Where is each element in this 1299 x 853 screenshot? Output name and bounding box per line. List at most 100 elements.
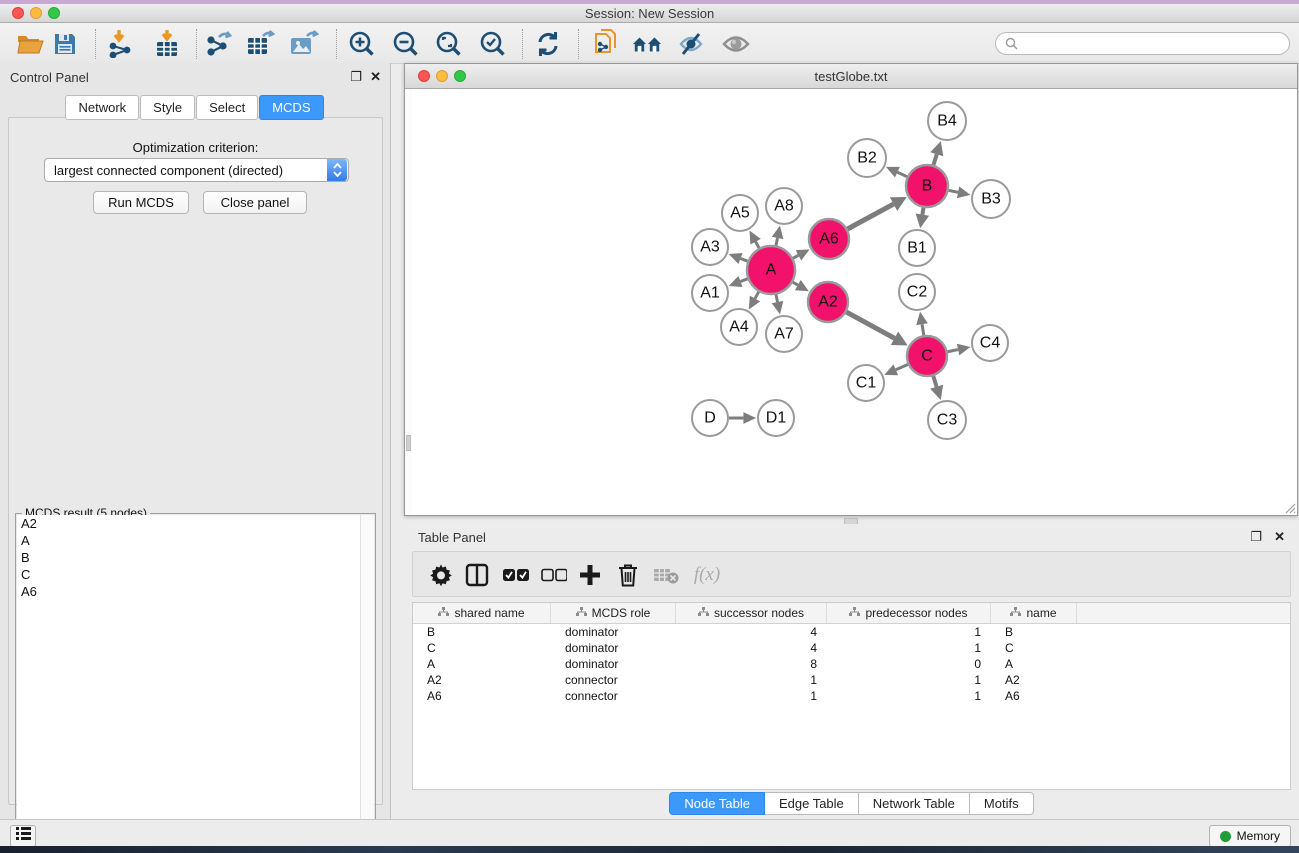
edge-A2-C[interactable]	[846, 312, 894, 338]
table-cell[interactable]: C	[413, 641, 551, 655]
tab-node-table[interactable]: Node Table	[669, 792, 765, 815]
tab-motifs[interactable]: Motifs	[970, 792, 1034, 815]
table-cell[interactable]: 4	[676, 625, 827, 639]
table-cell[interactable]: A	[991, 657, 1077, 671]
add-column-icon[interactable]	[575, 560, 605, 590]
edge-A-A6[interactable]	[793, 255, 798, 258]
edge-A-A5[interactable]	[756, 242, 759, 248]
edge-A-A2[interactable]	[793, 282, 798, 285]
table-row[interactable]: Bdominator41B	[413, 624, 1290, 640]
table-cell[interactable]: 8	[676, 657, 827, 671]
table-cell[interactable]: 1	[827, 641, 991, 655]
edge-B-B4[interactable]	[933, 154, 936, 165]
close-network-window-button[interactable]	[418, 70, 430, 82]
export-image-icon[interactable]	[289, 29, 319, 59]
edge-C-C2[interactable]	[922, 324, 924, 335]
export-table-icon[interactable]	[245, 29, 275, 59]
edge-B-B2[interactable]	[897, 172, 907, 176]
table-cell[interactable]: A2	[413, 673, 551, 687]
search-box[interactable]	[995, 32, 1290, 55]
table-cell[interactable]: B	[991, 625, 1077, 639]
result-item[interactable]: C	[17, 566, 361, 583]
edge-B-B1[interactable]	[922, 208, 923, 215]
table-cell[interactable]: C	[991, 641, 1077, 655]
maximize-window-button[interactable]	[48, 7, 60, 19]
table-cell[interactable]: A6	[991, 689, 1077, 703]
zoom-fit-icon[interactable]	[434, 29, 464, 59]
column-header-predecessor-nodes[interactable]: predecessor nodes	[827, 603, 991, 623]
hide-annotations-icon[interactable]	[676, 29, 706, 59]
result-item[interactable]: A2	[17, 515, 361, 532]
table-cell[interactable]: B	[413, 625, 551, 639]
close-window-button[interactable]	[12, 7, 24, 19]
show-columns-icon[interactable]	[462, 560, 492, 590]
close-table-panel-icon[interactable]: ✕	[1274, 530, 1285, 543]
edge-A6-B[interactable]	[847, 204, 893, 229]
network-scrollbar-thumb[interactable]	[406, 435, 411, 451]
run-mcds-button[interactable]: Run MCDS	[93, 191, 189, 214]
minimize-network-window-button[interactable]	[436, 70, 448, 82]
float-panel-icon[interactable]: ❐	[350, 70, 362, 83]
zoom-in-icon[interactable]	[347, 29, 377, 59]
result-item[interactable]: A	[17, 532, 361, 549]
memory-button[interactable]: Memory	[1209, 825, 1291, 847]
result-item[interactable]: B	[17, 549, 361, 566]
table-cell[interactable]: 0	[827, 657, 991, 671]
network-clone-icon[interactable]	[592, 29, 622, 59]
function-builder-icon[interactable]: f(x)	[685, 560, 729, 590]
delete-table-icon[interactable]	[651, 560, 681, 590]
minimize-window-button[interactable]	[30, 7, 42, 19]
column-header-successor-nodes[interactable]: successor nodes	[676, 603, 827, 623]
table-cell[interactable]: connector	[551, 673, 676, 687]
mcds-result-list[interactable]: A2ABCA6	[17, 515, 361, 851]
table-cell[interactable]: A	[413, 657, 551, 671]
tab-style[interactable]: Style	[140, 95, 195, 120]
edge-A-A7[interactable]	[776, 294, 778, 302]
select-all-icon[interactable]	[501, 560, 531, 590]
edge-A-A3[interactable]	[741, 259, 748, 262]
column-header-shared-name[interactable]: shared name	[413, 603, 551, 623]
edge-A-A4[interactable]	[755, 292, 759, 299]
task-history-button[interactable]	[10, 825, 36, 847]
close-panel-button[interactable]: Close panel	[203, 191, 307, 214]
edge-C-C3[interactable]	[933, 376, 936, 387]
zoom-out-icon[interactable]	[391, 29, 421, 59]
resize-grip-icon[interactable]	[1283, 501, 1296, 514]
settings-gear-icon[interactable]	[426, 560, 456, 590]
table-cell[interactable]: A6	[413, 689, 551, 703]
delete-icon[interactable]	[613, 560, 643, 590]
column-header-name[interactable]: name	[991, 603, 1077, 623]
export-network-icon[interactable]	[204, 29, 234, 59]
table-cell[interactable]: dominator	[551, 625, 676, 639]
tab-network-table[interactable]: Network Table	[859, 792, 970, 815]
table-row[interactable]: Cdominator41C	[413, 640, 1290, 656]
float-table-panel-icon[interactable]: ❐	[1250, 530, 1262, 543]
network-canvas[interactable]: B4B2BB3A5A8A6A3B1AA1C2A2A4A7C4CC1C3DD1	[412, 89, 1297, 515]
show-graphics-icon[interactable]	[721, 29, 751, 59]
import-table-icon[interactable]	[152, 29, 182, 59]
table-cell[interactable]: dominator	[551, 657, 676, 671]
edge-C-C4[interactable]	[948, 350, 959, 352]
tab-network[interactable]: Network	[65, 95, 139, 120]
table-cell[interactable]: 1	[676, 673, 827, 687]
close-panel-icon[interactable]: ✕	[370, 70, 381, 83]
table-cell[interactable]: dominator	[551, 641, 676, 655]
table-cell[interactable]: connector	[551, 689, 676, 703]
result-list-scrollbar[interactable]	[360, 515, 374, 851]
tab-select[interactable]: Select	[196, 95, 258, 120]
network-vertical-scrollbar[interactable]	[405, 89, 412, 515]
table-row[interactable]: Adominator80A	[413, 656, 1290, 672]
table-row[interactable]: A6connector11A6	[413, 688, 1290, 704]
column-header-MCDS-role[interactable]: MCDS role	[551, 603, 676, 623]
table-row[interactable]: A2connector11A2	[413, 672, 1290, 688]
result-item[interactable]: A6	[17, 583, 361, 600]
edge-B-B3[interactable]	[949, 190, 959, 192]
table-cell[interactable]: 1	[827, 673, 991, 687]
zoom-selected-icon[interactable]	[478, 29, 508, 59]
home-icon[interactable]	[632, 29, 662, 59]
node-table[interactable]: shared nameMCDS rolesuccessor nodesprede…	[412, 602, 1291, 790]
table-cell[interactable]: 1	[827, 625, 991, 639]
table-cell[interactable]: 1	[827, 689, 991, 703]
maximize-network-window-button[interactable]	[454, 70, 466, 82]
tab-edge-table[interactable]: Edge Table	[765, 792, 859, 815]
